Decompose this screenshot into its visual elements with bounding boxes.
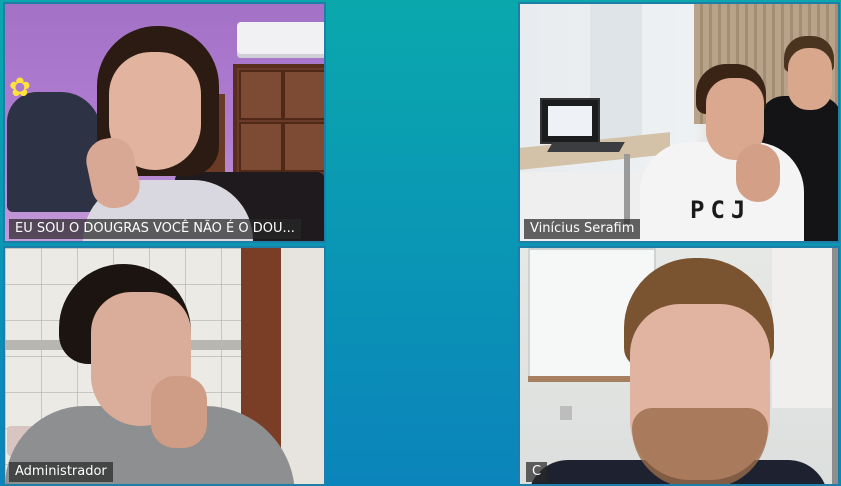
- participant-name-tag: EU SOU O DOUGRAS VOCÊ NÃO É O DOU...: [9, 219, 301, 239]
- person-hand: [151, 376, 207, 448]
- participant-name-tag: Vinícius Serafim: [524, 219, 641, 239]
- wooden-window: [233, 64, 324, 178]
- video-tile-3[interactable]: Administrador: [3, 246, 326, 486]
- participant-video: PCJ: [520, 4, 838, 241]
- participant-video: ✿: [5, 4, 324, 241]
- wall-outlet: [560, 406, 572, 420]
- flower-decoration-icon: ✿: [9, 72, 31, 102]
- laptop: [540, 98, 600, 144]
- wall-tiles: [281, 248, 324, 484]
- video-tile-1[interactable]: ✿ EU SOU O DOUGRAS VOCÊ NÃO É O DOU...: [3, 2, 326, 243]
- desk-leg: [624, 154, 630, 224]
- person-face: [788, 48, 832, 110]
- shirt-print: PCJ: [690, 196, 752, 224]
- video-tile-4[interactable]: C: [518, 246, 840, 486]
- participant-name-tag: C: [526, 462, 548, 482]
- participant-name-tag: Administrador: [9, 462, 113, 482]
- laptop-base: [547, 142, 625, 152]
- participant-video: [5, 248, 324, 484]
- participant-video: [520, 248, 838, 484]
- wall-edge: [832, 248, 838, 484]
- person-hand: [736, 144, 780, 202]
- video-tile-2[interactable]: PCJ Vinícius Serafim: [518, 2, 840, 243]
- wall: [772, 248, 832, 408]
- air-conditioner: [237, 22, 324, 58]
